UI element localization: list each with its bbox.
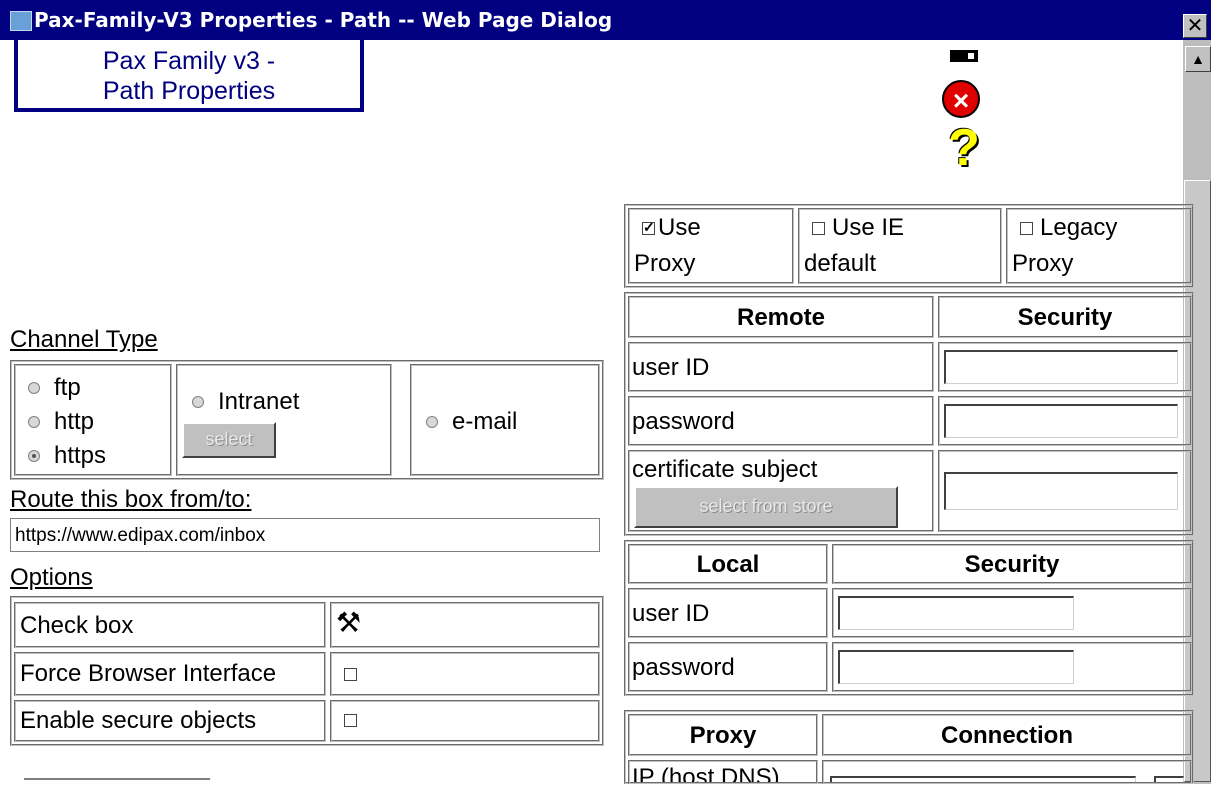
radio-http-circle[interactable]: [28, 416, 40, 428]
connection-header: Connection: [941, 722, 1073, 749]
remote-cert-label-cell: certificate subject select from store: [628, 450, 934, 532]
option-row-force-browser-label-cell: Force Browser Interface: [14, 652, 326, 696]
radio-https-label: https: [54, 442, 107, 469]
use-ie-label-line2: default: [804, 250, 877, 277]
force-browser-checkbox[interactable]: [344, 668, 357, 681]
option-row-check-box-label-cell: Check box: [14, 602, 326, 648]
local-header: Local: [696, 551, 760, 578]
remote-header: Remote: [736, 304, 826, 331]
local-header-cell: Local: [628, 544, 828, 584]
protocol-radio-group: ftp http https: [14, 364, 172, 476]
option-row-force-browser-value-cell: [330, 652, 600, 696]
close-circle-icon[interactable]: ×: [942, 80, 980, 118]
use-ie-default-cell[interactable]: Use IE default: [798, 208, 1002, 284]
legacy-proxy-cell[interactable]: Legacy Proxy: [1006, 208, 1192, 284]
legacy-proxy-checkbox[interactable]: [1020, 222, 1033, 235]
option-force-browser-label: Force Browser Interface: [20, 660, 277, 687]
intranet-group: Intranet select: [176, 364, 392, 476]
option-row-secure-objects-label-cell: Enable secure objects: [14, 700, 326, 742]
remote-cert-label: certificate subject: [632, 456, 818, 483]
remote-userid-label: user ID: [632, 354, 710, 381]
legacy-label-line1: Legacy: [1040, 214, 1118, 241]
radio-ftp-circle[interactable]: [28, 382, 40, 394]
remote-userid-label-cell: user ID: [628, 342, 934, 392]
scroll-up-arrow-icon[interactable]: ▲: [1185, 46, 1211, 72]
radio-http[interactable]: http: [28, 408, 94, 436]
minimize-icon[interactable]: [950, 50, 978, 62]
use-proxy-label-line1: Use: [658, 214, 701, 241]
radio-intranet-label: Intranet: [218, 388, 300, 415]
remote-cert-value-cell: [938, 450, 1192, 532]
proxy-ip-value-cell: [822, 760, 1192, 784]
radio-email[interactable]: e-mail: [426, 408, 517, 436]
secure-objects-checkbox[interactable]: [344, 714, 357, 727]
ie-window-icon: [10, 11, 32, 31]
route-url-input[interactable]: https://www.edipax.com/inbox: [10, 518, 600, 552]
use-ie-default-checkbox[interactable]: [812, 222, 825, 235]
title-bar: Pax-Family-V3 Properties - Path -- Web P…: [0, 0, 1211, 40]
radio-ftp[interactable]: ftp: [28, 374, 81, 402]
select-button[interactable]: select: [182, 422, 276, 458]
local-userid-label: user ID: [632, 600, 710, 627]
radio-http-label: http: [54, 408, 95, 435]
local-userid-label-cell: user ID: [628, 588, 828, 638]
proxy-ip-label: IP (host DNS): [632, 764, 780, 784]
option-check-box-label: Check box: [20, 612, 134, 639]
remote-header-cell: Remote: [628, 296, 934, 338]
header-title-line2: Path Properties: [102, 77, 276, 105]
remote-password-input[interactable]: [944, 404, 1178, 438]
proxy-port-input[interactable]: [1154, 776, 1184, 782]
remote-userid-input[interactable]: [944, 350, 1178, 384]
radio-intranet[interactable]: Intranet: [192, 388, 299, 416]
use-proxy-label-line2: Proxy: [634, 250, 696, 277]
proxy-ip-label-cell: IP (host DNS): [628, 760, 818, 784]
local-security-header: Security: [964, 551, 1060, 578]
use-ie-label-line1: Use IE: [832, 214, 905, 241]
use-proxy-checkbox[interactable]: [642, 219, 655, 236]
local-password-value-cell: [832, 642, 1192, 692]
option-row-check-box-value-cell: ⚒: [330, 602, 600, 648]
radio-https-circle[interactable]: [28, 450, 40, 462]
local-security-header-cell: Security: [832, 544, 1192, 584]
route-label: Route this box from/to:: [10, 486, 252, 513]
radio-ftp-label: ftp: [54, 374, 81, 401]
connection-header-cell: Connection: [822, 714, 1192, 756]
remote-password-value-cell: [938, 396, 1192, 446]
proxy-header-cell: Proxy: [628, 714, 818, 756]
help-question-icon[interactable]: ?: [944, 122, 984, 174]
channel-type-label: Channel Type: [10, 326, 158, 353]
email-group: e-mail: [410, 364, 600, 476]
remote-security-header: Security: [1017, 304, 1113, 331]
local-userid-input[interactable]: [838, 596, 1074, 630]
local-userid-value-cell: [832, 588, 1192, 638]
proxy-header: Proxy: [689, 722, 757, 749]
tools-icon[interactable]: ⚒: [336, 606, 361, 639]
local-password-input[interactable]: [838, 650, 1074, 684]
option-secure-objects-label: Enable secure objects: [20, 707, 257, 734]
local-password-label-cell: password: [628, 642, 828, 692]
window-close-button[interactable]: ✕: [1183, 14, 1207, 38]
proxy-ip-input[interactable]: [830, 776, 1136, 782]
remote-security-header-cell: Security: [938, 296, 1192, 338]
remote-password-label: password: [632, 408, 735, 435]
select-from-store-button[interactable]: select from store: [634, 486, 898, 528]
options-label: Options: [10, 564, 93, 591]
radio-https[interactable]: https: [28, 442, 106, 470]
radio-intranet-circle[interactable]: [192, 396, 204, 408]
use-proxy-cell[interactable]: Use Proxy: [628, 208, 794, 284]
remote-userid-value-cell: [938, 342, 1192, 392]
radio-email-label: e-mail: [452, 408, 518, 435]
cut-off-control: [24, 778, 210, 786]
remote-cert-input[interactable]: [944, 472, 1178, 510]
legacy-label-line2: Proxy: [1012, 250, 1074, 277]
radio-email-circle[interactable]: [426, 416, 438, 428]
option-row-secure-objects-value-cell: [330, 700, 600, 742]
local-password-label: password: [632, 654, 735, 681]
page-header-box: Pax Family v3 - Path Properties: [14, 40, 364, 112]
window-title: Pax-Family-V3 Properties - Path -- Web P…: [34, 8, 613, 32]
remote-password-label-cell: password: [628, 396, 934, 446]
header-title-line1: Pax Family v3 -: [102, 47, 276, 75]
